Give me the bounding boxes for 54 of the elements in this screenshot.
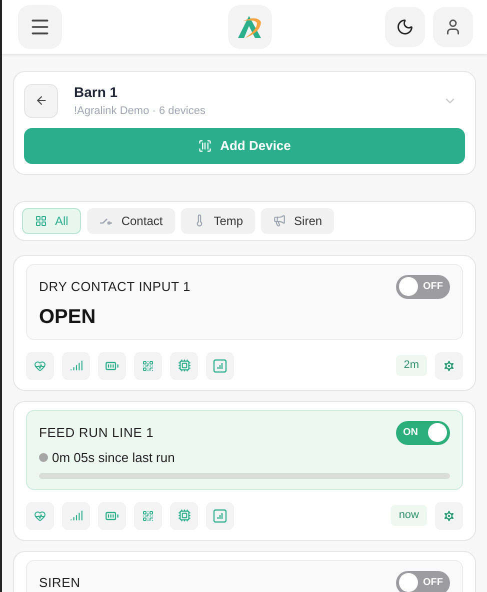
megaphone-icon [273, 214, 286, 227]
chip-button[interactable] [170, 352, 198, 380]
qr-code-button[interactable] [134, 352, 162, 380]
filter-chip[interactable]: All [22, 208, 82, 234]
settings-icon [442, 358, 456, 372]
updated-badge: 2m [396, 355, 427, 376]
chip-icon [178, 359, 190, 372]
health-button[interactable] [26, 502, 54, 530]
logo-button[interactable] [228, 5, 272, 49]
location-subtitle: !Agralink Demo · 6 devices [74, 104, 206, 119]
profile-button[interactable] [433, 7, 473, 47]
device-name: DRY CONTACT INPUT 1 [39, 278, 191, 296]
chip-button[interactable] [170, 502, 198, 530]
battery-button[interactable] [98, 502, 126, 530]
updated-badge: now [390, 505, 427, 526]
scan-icon [198, 138, 212, 152]
qr-code-icon [142, 510, 154, 522]
heart-pulse-icon [34, 360, 46, 372]
filter-chip[interactable]: Siren [261, 208, 334, 234]
chart-icon [213, 508, 227, 522]
chip-icon [178, 509, 190, 522]
settings-button[interactable] [435, 502, 463, 530]
filter-chip[interactable]: Temp [180, 208, 256, 234]
chart-icon [213, 358, 227, 372]
toggle-switch[interactable]: OFF [396, 274, 450, 298]
settings-button[interactable] [435, 352, 463, 380]
toggle-switch[interactable]: ON [396, 420, 450, 444]
health-button[interactable] [26, 352, 54, 380]
status-text: 0m 05s since last run [52, 450, 175, 466]
device-name: FEED RUN LINE 1 [39, 424, 154, 442]
battery-button[interactable] [98, 352, 126, 380]
theme-button[interactable] [385, 7, 425, 47]
status-value: OPEN [39, 304, 97, 328]
device-name: SIREN [39, 574, 80, 592]
grid-icon [35, 214, 47, 226]
heart-pulse-icon [34, 510, 46, 522]
signal-button[interactable] [62, 502, 90, 530]
arrow-left-icon [34, 94, 48, 108]
filter-chip[interactable]: Contact [87, 208, 175, 234]
menu-button[interactable] [18, 5, 62, 49]
switch-icon [99, 216, 114, 226]
location-title: Barn 1 [74, 83, 119, 102]
qr-code-icon [142, 360, 154, 372]
settings-icon [442, 508, 456, 522]
user-icon [444, 18, 462, 36]
moon-icon [396, 18, 414, 36]
signal-icon [70, 509, 82, 522]
chart-button[interactable] [206, 502, 234, 530]
add-device-button[interactable]: Add Device [24, 128, 465, 164]
qr-code-button[interactable] [134, 502, 162, 530]
toggle-switch[interactable]: OFF [396, 570, 450, 592]
chart-button[interactable] [206, 352, 234, 380]
signal-icon [70, 359, 82, 372]
signal-button[interactable] [62, 352, 90, 380]
